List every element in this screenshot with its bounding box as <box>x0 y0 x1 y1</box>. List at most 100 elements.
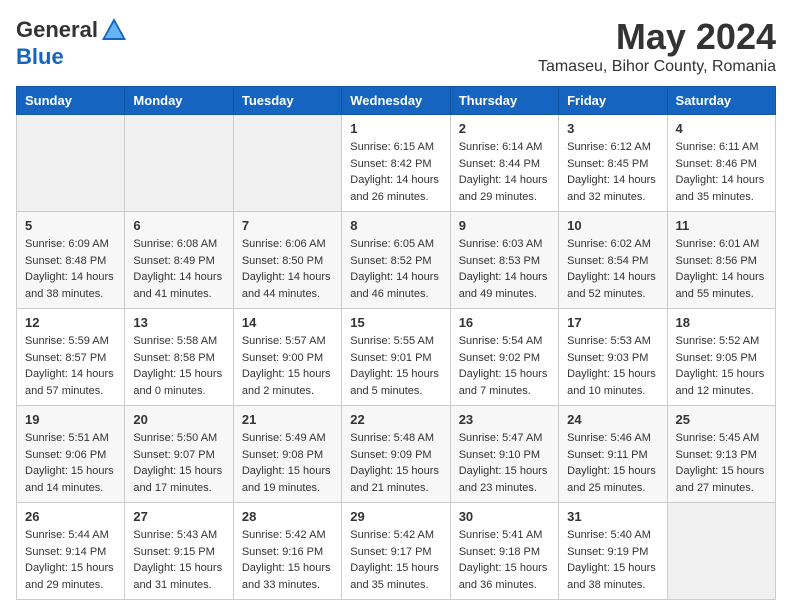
subtitle: Tamaseu, Bihor County, Romania <box>538 58 776 76</box>
logo-general-text: General <box>16 17 98 43</box>
day-number: 18 <box>676 315 767 330</box>
calendar-cell: 19 Sunrise: 5:51 AM Sunset: 9:06 PM Dayli… <box>17 406 125 503</box>
calendar-cell: 20Sunrise: 5:50 AM Sunset: 9:07 PM Dayli… <box>125 406 233 503</box>
calendar-cell: 29 Sunrise: 5:42 AM Sunset: 9:17 PM Dayli… <box>342 503 450 600</box>
weekday-header-thursday: Thursday <box>450 87 558 115</box>
day-number: 3 <box>567 121 658 136</box>
calendar-cell: 15 Sunrise: 5:55 AM Sunset: 9:01 PM Dayli… <box>342 309 450 406</box>
calendar-cell: 5 Sunrise: 6:09 AM Sunset: 8:48 PM Daylig… <box>17 212 125 309</box>
day-number: 23 <box>459 412 550 427</box>
day-number: 10 <box>567 218 658 233</box>
calendar-table: SundayMondayTuesdayWednesdayThursdayFrid… <box>16 86 776 600</box>
day-number: 2 <box>459 121 550 136</box>
day-info: Sunrise: 5:54 AM Sunset: 9:02 PM Dayligh… <box>459 333 550 399</box>
day-number: 27 <box>133 509 224 524</box>
calendar-cell <box>667 503 775 600</box>
weekday-header-sunday: Sunday <box>17 87 125 115</box>
day-number: 13 <box>133 315 224 330</box>
day-info: Sunrise: 5:44 AM Sunset: 9:14 PM Dayligh… <box>25 527 116 593</box>
day-info: Sunrise: 5:43 AM Sunset: 9:15 PM Dayligh… <box>133 527 224 593</box>
day-info: Sunrise: 5:49 AM Sunset: 9:08 PM Dayligh… <box>242 430 333 496</box>
day-info: Sunrise: 5:59 AM Sunset: 8:57 PM Dayligh… <box>25 333 116 399</box>
calendar-header: SundayMondayTuesdayWednesdayThursdayFrid… <box>17 87 776 115</box>
weekday-header-wednesday: Wednesday <box>342 87 450 115</box>
day-number: 12 <box>25 315 116 330</box>
header-row: SundayMondayTuesdayWednesdayThursdayFrid… <box>17 87 776 115</box>
day-info: Sunrise: 5:42 AM Sunset: 9:17 PM Dayligh… <box>350 527 441 593</box>
logo-icon <box>100 16 128 44</box>
day-info: Sunrise: 5:41 AM Sunset: 9:18 PM Dayligh… <box>459 527 550 593</box>
day-info: Sunrise: 5:51 AM Sunset: 9:06 PM Dayligh… <box>25 430 116 496</box>
calendar-cell: 17 Sunrise: 5:53 AM Sunset: 9:03 PM Dayli… <box>559 309 667 406</box>
day-number: 21 <box>242 412 333 427</box>
calendar-week-4: 19 Sunrise: 5:51 AM Sunset: 9:06 PM Dayli… <box>17 406 776 503</box>
day-number: 19 <box>25 412 116 427</box>
day-number: 24 <box>567 412 658 427</box>
day-number: 14 <box>242 315 333 330</box>
calendar-cell: 12 Sunrise: 5:59 AM Sunset: 8:57 PM Dayli… <box>17 309 125 406</box>
calendar-cell: 30 Sunrise: 5:41 AM Sunset: 9:18 PM Dayli… <box>450 503 558 600</box>
day-info: Sunrise: 6:01 AM Sunset: 8:56 PM Dayligh… <box>676 236 767 302</box>
calendar-cell: 18 Sunrise: 5:52 AM Sunset: 9:05 PM Dayli… <box>667 309 775 406</box>
calendar-cell: 3 Sunrise: 6:12 AM Sunset: 8:45 PM Daylig… <box>559 115 667 212</box>
day-number: 15 <box>350 315 441 330</box>
day-info: Sunrise: 5:48 AM Sunset: 9:09 PM Dayligh… <box>350 430 441 496</box>
day-info: Sunrise: 6:05 AM Sunset: 8:52 PM Dayligh… <box>350 236 441 302</box>
day-info: Sunrise: 5:58 AM Sunset: 8:58 PM Dayligh… <box>133 333 224 399</box>
day-number: 4 <box>676 121 767 136</box>
day-info: Sunrise: 6:03 AM Sunset: 8:53 PM Dayligh… <box>459 236 550 302</box>
calendar-cell: 1 Sunrise: 6:15 AM Sunset: 8:42 PM Daylig… <box>342 115 450 212</box>
day-number: 1 <box>350 121 441 136</box>
day-info: Sunrise: 5:46 AM Sunset: 9:11 PM Dayligh… <box>567 430 658 496</box>
day-info: Sunrise: 5:52 AM Sunset: 9:05 PM Dayligh… <box>676 333 767 399</box>
calendar-week-2: 5 Sunrise: 6:09 AM Sunset: 8:48 PM Daylig… <box>17 212 776 309</box>
calendar-week-1: 1 Sunrise: 6:15 AM Sunset: 8:42 PM Daylig… <box>17 115 776 212</box>
main-title: May 2024 <box>538 16 776 58</box>
day-info: Sunrise: 6:09 AM Sunset: 8:48 PM Dayligh… <box>25 236 116 302</box>
calendar-cell: 10Sunrise: 6:02 AM Sunset: 8:54 PM Dayli… <box>559 212 667 309</box>
day-number: 31 <box>567 509 658 524</box>
day-info: Sunrise: 6:15 AM Sunset: 8:42 PM Dayligh… <box>350 139 441 205</box>
day-info: Sunrise: 5:47 AM Sunset: 9:10 PM Dayligh… <box>459 430 550 496</box>
logo: General Blue <box>16 16 128 70</box>
logo-blue-text: Blue <box>16 44 64 70</box>
calendar-cell: 27 Sunrise: 5:43 AM Sunset: 9:15 PM Dayli… <box>125 503 233 600</box>
weekday-header-monday: Monday <box>125 87 233 115</box>
calendar-cell: 25 Sunrise: 5:45 AM Sunset: 9:13 PM Dayli… <box>667 406 775 503</box>
calendar-cell: 22 Sunrise: 5:48 AM Sunset: 9:09 PM Dayli… <box>342 406 450 503</box>
calendar-cell: 6Sunrise: 6:08 AM Sunset: 8:49 PM Daylig… <box>125 212 233 309</box>
day-number: 5 <box>25 218 116 233</box>
day-number: 6 <box>133 218 224 233</box>
calendar-cell: 13 Sunrise: 5:58 AM Sunset: 8:58 PM Dayli… <box>125 309 233 406</box>
weekday-header-tuesday: Tuesday <box>233 87 341 115</box>
calendar-cell: 4 Sunrise: 6:11 AM Sunset: 8:46 PM Daylig… <box>667 115 775 212</box>
day-info: Sunrise: 6:12 AM Sunset: 8:45 PM Dayligh… <box>567 139 658 205</box>
calendar-cell: 28Sunrise: 5:42 AM Sunset: 9:16 PM Dayli… <box>233 503 341 600</box>
calendar-cell <box>17 115 125 212</box>
calendar-week-5: 26 Sunrise: 5:44 AM Sunset: 9:14 PM Dayli… <box>17 503 776 600</box>
calendar-cell: 8Sunrise: 6:05 AM Sunset: 8:52 PM Daylig… <box>342 212 450 309</box>
day-number: 26 <box>25 509 116 524</box>
calendar-cell: 24 Sunrise: 5:46 AM Sunset: 9:11 PM Dayli… <box>559 406 667 503</box>
day-number: 9 <box>459 218 550 233</box>
day-number: 29 <box>350 509 441 524</box>
calendar-body: 1 Sunrise: 6:15 AM Sunset: 8:42 PM Daylig… <box>17 115 776 600</box>
day-info: Sunrise: 5:55 AM Sunset: 9:01 PM Dayligh… <box>350 333 441 399</box>
day-info: Sunrise: 5:40 AM Sunset: 9:19 PM Dayligh… <box>567 527 658 593</box>
day-info: Sunrise: 6:11 AM Sunset: 8:46 PM Dayligh… <box>676 139 767 205</box>
calendar-cell <box>233 115 341 212</box>
calendar-cell: 31 Sunrise: 5:40 AM Sunset: 9:19 PM Dayli… <box>559 503 667 600</box>
day-info: Sunrise: 5:45 AM Sunset: 9:13 PM Dayligh… <box>676 430 767 496</box>
day-number: 30 <box>459 509 550 524</box>
day-number: 25 <box>676 412 767 427</box>
calendar-cell: 2Sunrise: 6:14 AM Sunset: 8:44 PM Daylig… <box>450 115 558 212</box>
day-number: 22 <box>350 412 441 427</box>
day-info: Sunrise: 5:57 AM Sunset: 9:00 PM Dayligh… <box>242 333 333 399</box>
day-info: Sunrise: 5:53 AM Sunset: 9:03 PM Dayligh… <box>567 333 658 399</box>
calendar-cell: 26 Sunrise: 5:44 AM Sunset: 9:14 PM Dayli… <box>17 503 125 600</box>
day-number: 7 <box>242 218 333 233</box>
day-number: 17 <box>567 315 658 330</box>
calendar-cell: 16Sunrise: 5:54 AM Sunset: 9:02 PM Dayli… <box>450 309 558 406</box>
day-number: 28 <box>242 509 333 524</box>
calendar-cell: 11Sunrise: 6:01 AM Sunset: 8:56 PM Dayli… <box>667 212 775 309</box>
